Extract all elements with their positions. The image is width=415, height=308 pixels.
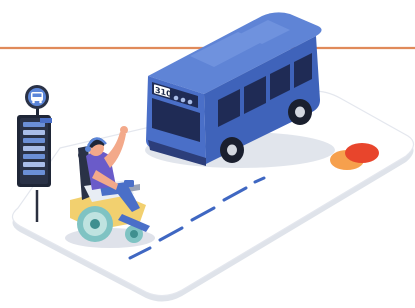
illustration-canvas: 310: [0, 12, 415, 302]
bus-icon: [25, 85, 49, 109]
transit-accessibility-illustration: 310: [0, 0, 415, 308]
bus: 310: [145, 12, 335, 168]
wheelchair-wheel-large: [77, 206, 113, 242]
